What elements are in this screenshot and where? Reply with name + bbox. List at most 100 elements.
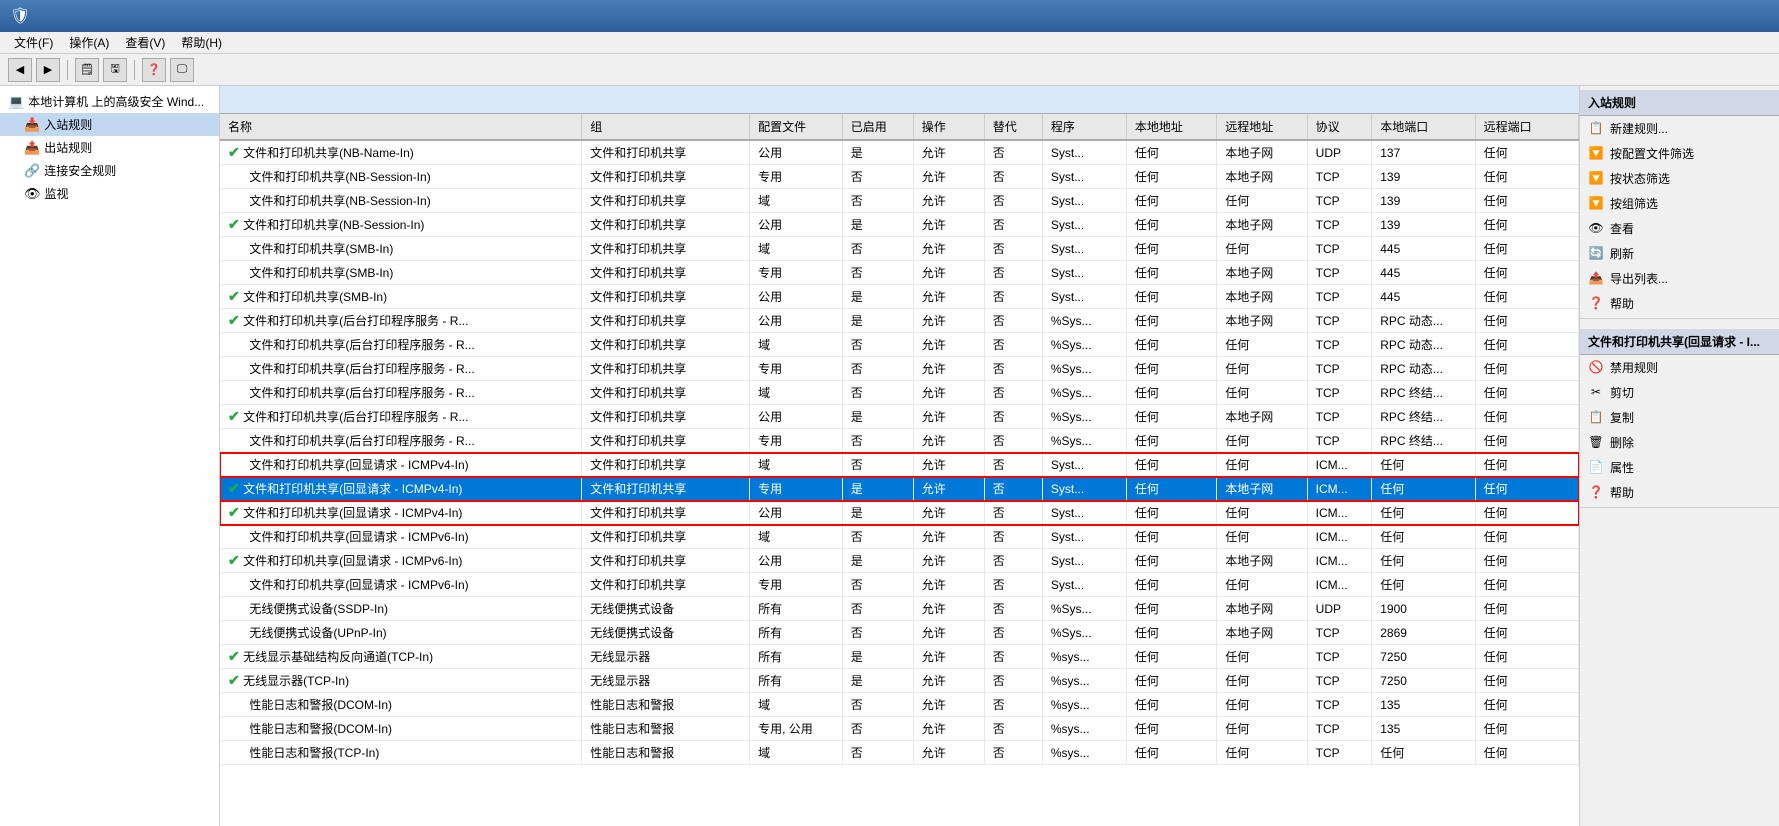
table-row[interactable]: ✔ 文件和打印机共享(NB-Session-In) 文件和打印机共享公用是允许否…: [220, 213, 1579, 237]
rule-override: 否: [984, 549, 1042, 573]
table-row[interactable]: ✔ 无线显示器(TCP-In) 无线显示器所有是允许否%sys...任何任何TC…: [220, 669, 1579, 693]
right-panel-action[interactable]: ❓帮助: [1580, 480, 1779, 505]
rule-group: 文件和打印机共享: [582, 381, 750, 405]
column-header[interactable]: 远程端口: [1475, 114, 1578, 140]
sidebar-item[interactable]: 💻本地计算机 上的高级安全 Wind...: [0, 90, 219, 113]
sidebar-item[interactable]: 📤出站规则: [0, 136, 219, 159]
properties-button[interactable]: 🖫: [103, 58, 127, 82]
right-panel-action[interactable]: 🔽按组筛选: [1580, 191, 1779, 216]
menu-item[interactable]: 操作(A): [63, 32, 115, 53]
table-row[interactable]: 文件和打印机共享(SMB-In) 文件和打印机共享域否允许否Syst...任何任…: [220, 237, 1579, 261]
enabled-check: ✔: [228, 216, 240, 232]
rule-remote-addr: 任何: [1217, 741, 1307, 765]
right-panel-action[interactable]: 🔽按状态筛选: [1580, 166, 1779, 191]
rule-remote-port: 任何: [1475, 429, 1578, 453]
table-row[interactable]: ✔ 文件和打印机共享(NB-Name-In) 文件和打印机共享公用是允许否Sys…: [220, 140, 1579, 165]
rule-enabled: 否: [842, 357, 913, 381]
help-button[interactable]: ❓: [142, 58, 166, 82]
table-row[interactable]: ✔ 文件和打印机共享(回显请求 - ICMPv4-In) 文件和打印机共享专用是…: [220, 477, 1579, 501]
rule-program: %Sys...: [1042, 621, 1126, 645]
right-panel-action[interactable]: 🔄刷新: [1580, 241, 1779, 266]
column-header[interactable]: 协议: [1307, 114, 1372, 140]
right-panel-action[interactable]: 📋复制: [1580, 405, 1779, 430]
table-row[interactable]: 文件和打印机共享(NB-Session-In) 文件和打印机共享域否允许否Sys…: [220, 189, 1579, 213]
table-row[interactable]: 文件和打印机共享(后台打印程序服务 - R... 文件和打印机共享专用否允许否%…: [220, 429, 1579, 453]
table-row[interactable]: ✔ 无线显示基础结构反向通道(TCP-In) 无线显示器所有是允许否%sys..…: [220, 645, 1579, 669]
table-row[interactable]: 文件和打印机共享(NB-Session-In) 文件和打印机共享专用否允许否Sy…: [220, 165, 1579, 189]
table-row[interactable]: 文件和打印机共享(后台打印程序服务 - R... 文件和打印机共享域否允许否%S…: [220, 381, 1579, 405]
menu-item[interactable]: 查看(V): [119, 32, 171, 53]
right-panel-action[interactable]: 📋新建规则...: [1580, 116, 1779, 141]
rule-remote-port: 任何: [1475, 261, 1578, 285]
mmc-button[interactable]: 🖵: [170, 58, 194, 82]
column-header[interactable]: 本地端口: [1372, 114, 1475, 140]
right-panel-action[interactable]: 📄属性: [1580, 455, 1779, 480]
table-row[interactable]: 文件和打印机共享(后台打印程序服务 - R... 文件和打印机共享专用否允许否%…: [220, 357, 1579, 381]
rule-local-addr: 任何: [1126, 140, 1216, 165]
rule-action: 允许: [913, 549, 984, 573]
sidebar-item[interactable]: 👁监视: [0, 182, 219, 205]
table-row[interactable]: 文件和打印机共享(回显请求 - ICMPv6-In) 文件和打印机共享域否允许否…: [220, 525, 1579, 549]
rule-remote-port: 任何: [1475, 237, 1578, 261]
rule-local-port: 任何: [1372, 477, 1475, 501]
right-panel-action[interactable]: ❓帮助: [1580, 291, 1779, 316]
column-header[interactable]: 替代: [984, 114, 1042, 140]
rule-enabled: 是: [842, 669, 913, 693]
rule-program: %Sys...: [1042, 357, 1126, 381]
column-header[interactable]: 配置文件: [750, 114, 843, 140]
table-row[interactable]: 性能日志和警报(TCP-In) 性能日志和警报域否允许否%sys...任何任何T…: [220, 741, 1579, 765]
rule-profile: 公用: [750, 309, 843, 333]
table-row[interactable]: 性能日志和警报(DCOM-In) 性能日志和警报专用, 公用否允许否%sys..…: [220, 717, 1579, 741]
column-header[interactable]: 操作: [913, 114, 984, 140]
table-row[interactable]: 文件和打印机共享(回显请求 - ICMPv6-In) 文件和打印机共享专用否允许…: [220, 573, 1579, 597]
sidebar-item[interactable]: 📥入站规则: [0, 113, 219, 136]
column-header[interactable]: 远程地址: [1217, 114, 1307, 140]
panel-label: 属性: [1610, 459, 1634, 476]
table-row[interactable]: 无线便携式设备(SSDP-In) 无线便携式设备所有否允许否%Sys...任何本…: [220, 597, 1579, 621]
rule-local-port: 139: [1372, 213, 1475, 237]
sidebar-item[interactable]: 🔗连接安全规则: [0, 159, 219, 182]
right-panel-action[interactable]: 📤导出列表...: [1580, 266, 1779, 291]
table-row[interactable]: 性能日志和警报(DCOM-In) 性能日志和警报域否允许否%sys...任何任何…: [220, 693, 1579, 717]
table-row[interactable]: ✔ 文件和打印机共享(回显请求 - ICMPv4-In) 文件和打印机共享公用是…: [220, 501, 1579, 525]
menu-item[interactable]: 帮助(H): [175, 32, 228, 53]
rule-enabled: 是: [842, 140, 913, 165]
rule-local-addr: 任何: [1126, 573, 1216, 597]
column-header[interactable]: 本地地址: [1126, 114, 1216, 140]
right-panel-action[interactable]: 🚫禁用规则: [1580, 355, 1779, 380]
rule-action: 允许: [913, 237, 984, 261]
rule-action: 允许: [913, 645, 984, 669]
column-header[interactable]: 已启用: [842, 114, 913, 140]
right-panel-action[interactable]: 👁查看: [1580, 216, 1779, 241]
show-hide-button[interactable]: 🗒: [75, 58, 99, 82]
table-row[interactable]: 无线便携式设备(UPnP-In) 无线便携式设备所有否允许否%Sys...任何本…: [220, 621, 1579, 645]
right-panel-section: 入站规则📋新建规则...🔽按配置文件筛选🔽按状态筛选🔽按组筛选👁查看🔄刷新📤导出…: [1580, 86, 1779, 325]
table-row[interactable]: ✔ 文件和打印机共享(后台打印程序服务 - R... 文件和打印机共享公用是允许…: [220, 405, 1579, 429]
right-panel-action[interactable]: 🔽按配置文件筛选: [1580, 141, 1779, 166]
rule-program: Syst...: [1042, 261, 1126, 285]
sidebar-icon: 🔗: [24, 163, 40, 179]
right-panel-action[interactable]: ✂剪切: [1580, 380, 1779, 405]
right-panel-action[interactable]: 🗑删除: [1580, 430, 1779, 455]
table-row[interactable]: ✔ 文件和打印机共享(回显请求 - ICMPv6-In) 文件和打印机共享公用是…: [220, 549, 1579, 573]
rule-name: 文件和打印机共享(NB-Session-In): [220, 165, 582, 189]
table-container[interactable]: 名称组配置文件已启用操作替代程序本地地址远程地址协议本地端口远程端口 ✔ 文件和…: [220, 114, 1579, 826]
back-button[interactable]: ◀: [8, 58, 32, 82]
table-row[interactable]: ✔ 文件和打印机共享(SMB-In) 文件和打印机共享公用是允许否Syst...…: [220, 285, 1579, 309]
rule-override: 否: [984, 477, 1042, 501]
menu-item[interactable]: 文件(F): [8, 32, 59, 53]
table-row[interactable]: 文件和打印机共享(回显请求 - ICMPv4-In) 文件和打印机共享域否允许否…: [220, 453, 1579, 477]
rule-remote-addr: 任何: [1217, 237, 1307, 261]
rule-override: 否: [984, 237, 1042, 261]
rule-override: 否: [984, 213, 1042, 237]
column-header[interactable]: 组: [582, 114, 750, 140]
table-row[interactable]: 文件和打印机共享(后台打印程序服务 - R... 文件和打印机共享域否允许否%S…: [220, 333, 1579, 357]
sidebar: 💻本地计算机 上的高级安全 Wind...📥入站规则📤出站规则🔗连接安全规则👁监…: [0, 86, 220, 826]
rule-action: 允许: [913, 405, 984, 429]
table-row[interactable]: ✔ 文件和打印机共享(后台打印程序服务 - R... 文件和打印机共享公用是允许…: [220, 309, 1579, 333]
forward-button[interactable]: ▶: [36, 58, 60, 82]
column-header[interactable]: 程序: [1042, 114, 1126, 140]
column-header[interactable]: 名称: [220, 114, 582, 140]
rule-override: 否: [984, 261, 1042, 285]
table-row[interactable]: 文件和打印机共享(SMB-In) 文件和打印机共享专用否允许否Syst...任何…: [220, 261, 1579, 285]
